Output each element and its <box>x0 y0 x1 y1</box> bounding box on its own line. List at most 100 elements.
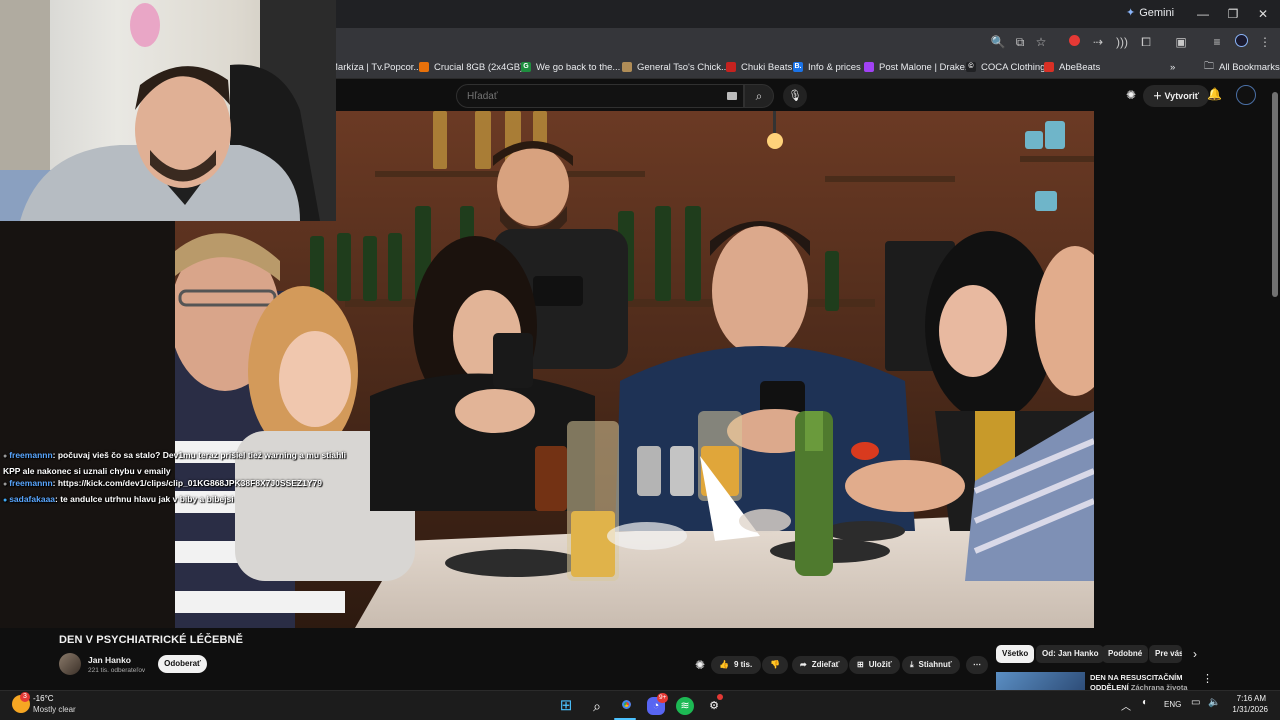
sparkle-icon[interactable]: ✺ <box>1126 88 1136 102</box>
subscribe-button[interactable]: Odoberať <box>158 655 207 673</box>
language-indicator[interactable]: ENG <box>1164 700 1181 709</box>
scrollbar-thumb[interactable] <box>1272 92 1278 297</box>
channel-name[interactable]: Jan Hanko <box>88 655 131 665</box>
extensions-puzzle-icon[interactable]: ⧠ <box>1138 34 1154 50</box>
like-button[interactable]: 👍 9 tis. <box>711 656 761 674</box>
browser-menu-icon[interactable]: ⋮ <box>1257 34 1273 50</box>
bookmark-label: We go back to the... <box>536 61 621 73</box>
recommended-thumbnail[interactable] <box>996 672 1085 690</box>
volume-icon[interactable]: 🔈 <box>1208 697 1220 708</box>
webcam-feed <box>0 0 336 221</box>
clock-time[interactable]: 7:16 AM <box>1228 694 1266 703</box>
chip-from-channel[interactable]: Od: Jan Hanko <box>1036 645 1105 663</box>
gemini-button[interactable]: ✦ Gemini <box>1126 6 1174 20</box>
like-count: 9 tis. <box>733 660 753 669</box>
cast-icon[interactable]: ⧉ <box>1012 34 1028 50</box>
bookmark-item[interactable]: General Tso's Chick... <box>622 59 729 75</box>
thumbs-down-icon: 👎 <box>770 660 780 669</box>
chat-message: ● sadafakaaa: te andulce utrhnu hlavu ja… <box>3 492 234 508</box>
app-notification-dot <box>717 694 723 700</box>
channel-avatar[interactable] <box>59 653 81 675</box>
bookmark-item[interactable]: G We go back to the... <box>521 59 620 75</box>
save-button[interactable]: ⊞ Uložiť <box>849 656 900 674</box>
bookmark-label: COCA Clothing <box>981 61 1046 73</box>
save-label: Uložiť <box>868 660 892 669</box>
keyboard-icon[interactable] <box>727 92 737 100</box>
extension-blue-icon[interactable]: ))) <box>1114 34 1130 50</box>
chat-username: freemannn <box>9 478 53 488</box>
bookmark-favicon-icon <box>1044 62 1054 72</box>
chat-text: : te andulce utrhnu hlavu jak v biby a b… <box>55 494 234 504</box>
voice-search-button[interactable]: 🎙 <box>783 84 807 108</box>
search-input[interactable] <box>457 85 707 107</box>
chip-related[interactable]: Podobné <box>1102 645 1149 663</box>
network-icon[interactable]: ▭ <box>1191 697 1200 708</box>
page-scrollbar[interactable] <box>1270 80 1280 690</box>
chat-message: ● freemannn: https://kick.com/dev1/clips… <box>3 476 322 492</box>
download-button[interactable]: ⤓ Stiahnuť <box>902 656 960 674</box>
bookmark-item[interactable]: Post Malone | Drake... <box>864 59 973 75</box>
reading-list-icon[interactable]: ≡ <box>1209 34 1225 50</box>
create-button[interactable]: ＋ Vytvoriť <box>1143 85 1210 107</box>
video-title: DEN V PSYCHIATRICKÉ LÉČEBNĚ <box>59 634 244 646</box>
star-bookmark-icon[interactable]: ☆ <box>1033 34 1049 50</box>
zoom-icon[interactable]: 🔍 <box>990 34 1006 50</box>
share-button[interactable]: ➦ Zdieľať <box>792 656 848 674</box>
share-label: Zdieľať <box>811 660 840 669</box>
bookmark-label: AbeBeats <box>1059 61 1101 73</box>
spotify-taskbar-icon[interactable]: ≋ <box>676 697 694 715</box>
download-label: Stiahnuť <box>918 660 952 669</box>
notifications-bell-icon[interactable]: 🔔 <box>1207 87 1222 101</box>
search-icon: ⌕ <box>755 89 763 103</box>
bookmark-item[interactable]: Chuki Beats <box>726 59 792 75</box>
chat-text: : https://kick.com/dev1/clips/clip_01KG8… <box>52 478 322 488</box>
all-bookmarks-button[interactable]: 🗀 All Bookmarks <box>1204 59 1280 75</box>
bookmarks-overflow-icon[interactable]: » <box>1170 59 1175 75</box>
bookmark-label: Chuki Beats <box>741 61 793 73</box>
more-actions-button[interactable]: ⋯ <box>966 656 988 674</box>
bookmark-item[interactable]: Crucial 8GB (2x4GB)... <box>419 59 531 75</box>
windows-taskbar: 3 -16°C Mostly clear ⊞ ⌕ ◔ 9+ ≋ ⚙ ︿ ◐ EN… <box>0 690 1280 720</box>
bookmark-item[interactable]: AbeBeats <box>1044 59 1100 75</box>
dislike-button[interactable]: 👎 <box>762 656 788 674</box>
taskbar-search-icon[interactable]: ⌕ <box>588 697 606 715</box>
bookmark-favicon-icon: G <box>521 62 531 72</box>
bookmark-label: Post Malone | Drake... <box>879 61 973 73</box>
profile-avatar-icon[interactable] <box>1233 34 1249 50</box>
clock-date[interactable]: 1/31/2026 <box>1225 705 1268 714</box>
chips-next-arrow-icon[interactable]: › <box>1193 647 1197 661</box>
sidebar-icon[interactable]: ▣ <box>1173 34 1189 50</box>
bookmark-favicon-icon: © <box>966 62 976 72</box>
chat-username: sadafakaaa <box>9 494 56 504</box>
bookmark-item[interactable]: Markíza | Tv.Popcor... <box>330 59 421 75</box>
create-label: Vytvoriť <box>1164 91 1200 101</box>
gemini-icon: ✦ <box>1126 7 1136 19</box>
discord-badge: 9+ <box>657 693 669 703</box>
maximize-button[interactable]: ❐ <box>1220 4 1246 24</box>
bookmark-favicon-icon <box>622 62 632 72</box>
tray-overflow-icon[interactable]: ︿ <box>1121 698 1131 713</box>
extension-red-icon[interactable] <box>1066 34 1082 50</box>
search-button[interactable]: ⌕ <box>744 84 774 108</box>
rec-menu-icon[interactable]: ⋮ <box>1202 672 1213 685</box>
chip-all[interactable]: Všetko <box>996 645 1035 663</box>
bookmark-item[interactable]: © COCA Clothing <box>966 59 1045 75</box>
close-window-button[interactable]: ✕ <box>1250 4 1276 24</box>
all-bookmarks-label: All Bookmarks <box>1219 61 1280 73</box>
search-box[interactable] <box>456 84 744 108</box>
extension-gray-icon[interactable]: ⇢ <box>1090 34 1106 50</box>
chrome-taskbar-icon[interactable] <box>617 697 635 715</box>
account-avatar[interactable] <box>1236 85 1256 105</box>
ask-sparkle-icon[interactable]: ✺ <box>695 658 705 672</box>
bookmark-favicon-icon <box>726 62 736 72</box>
minimize-button[interactable]: — <box>1190 4 1216 24</box>
weather-badge: 3 <box>20 692 30 702</box>
chip-for-you[interactable]: Pre vás <box>1149 645 1182 663</box>
chat-username: freemannn <box>9 450 53 460</box>
more-icon: ⋯ <box>973 660 981 669</box>
bookmark-item[interactable]: B. Info & prices <box>793 59 861 75</box>
windows-start-icon[interactable]: ⊞ <box>557 697 575 715</box>
tray-app-icon[interactable]: ◐ <box>1142 697 1148 708</box>
chat-text: : počuvaj vieš čo sa stalo? Dev1mu teraz… <box>52 450 347 460</box>
bookmark-label: Crucial 8GB (2x4GB)... <box>434 61 532 73</box>
